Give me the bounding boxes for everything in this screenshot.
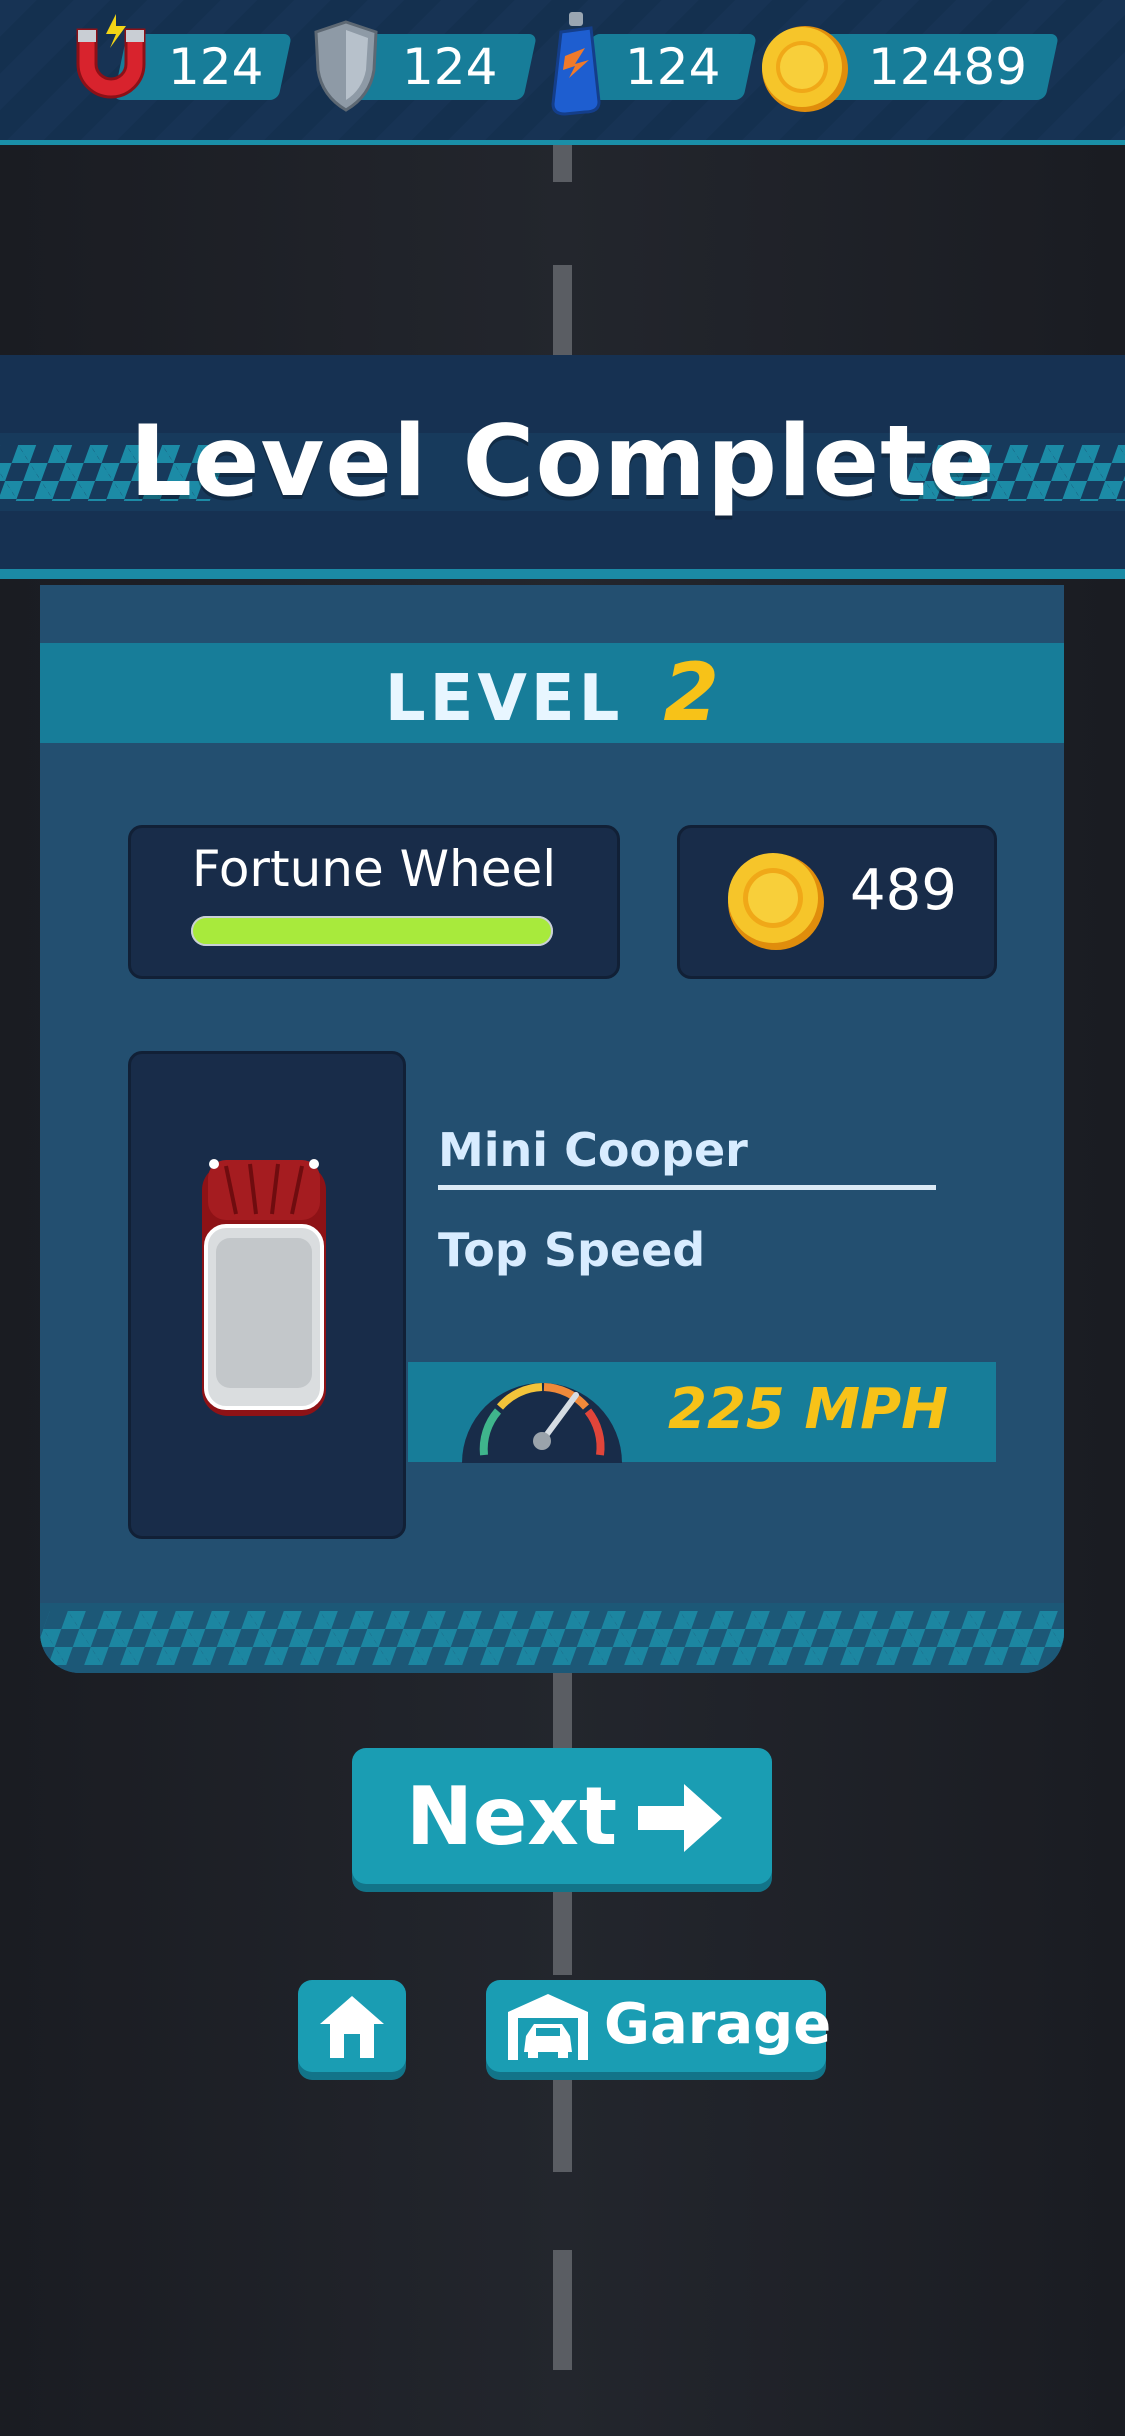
level-word: LEVEL — [384, 662, 624, 736]
nitro-counter: 124 — [545, 12, 758, 116]
shield-count: 124 — [402, 38, 498, 96]
coin-reward-panel: 489 — [677, 825, 997, 979]
magnet-icon — [76, 14, 146, 99]
fortune-wheel-panel[interactable]: Fortune Wheel — [128, 825, 620, 979]
checkered-flag-pattern — [40, 1611, 1064, 1665]
coin-count: 12489 — [868, 38, 1028, 96]
top-speed-value: 225 MPH — [668, 1377, 949, 1442]
next-button[interactable]: Next — [352, 1748, 772, 1884]
magnet-counter: 124 — [70, 14, 293, 100]
home-button[interactable] — [298, 1980, 406, 2072]
level-header: LEVEL 2 — [40, 643, 1064, 743]
fortune-wheel-progress-fill — [191, 916, 553, 946]
garage-icon — [508, 1994, 588, 2060]
next-button-label: Next — [406, 1770, 618, 1863]
fortune-wheel-label: Fortune Wheel — [191, 840, 557, 898]
speedometer-icon — [462, 1383, 622, 1463]
lane-marking — [553, 1673, 572, 1753]
nitro-count: 124 — [625, 38, 721, 96]
home-icon — [320, 1996, 384, 2058]
shield-counter: 124 — [310, 20, 538, 112]
lane-marking — [553, 140, 572, 182]
banner-title: Level Complete — [129, 405, 996, 519]
coin-icon — [762, 26, 848, 112]
level-complete-banner: Level Complete — [0, 355, 1125, 579]
car-preview-panel — [128, 1051, 406, 1539]
coin-counter: 12489 — [760, 26, 1060, 112]
car-name-underline — [438, 1185, 936, 1190]
car-name: Mini Cooper — [438, 1123, 748, 1177]
lane-marking — [553, 265, 572, 355]
mini-cooper-car-icon — [202, 1159, 326, 1416]
nitro-bottle-icon — [551, 12, 601, 116]
lane-marking — [553, 2080, 572, 2172]
arrow-right-icon — [638, 1784, 722, 1852]
fortune-wheel-progress — [191, 916, 553, 946]
shield-icon — [314, 20, 378, 112]
garage-button[interactable]: Garage — [486, 1980, 831, 2072]
coin-icon — [728, 853, 824, 950]
level-number: 2 — [663, 646, 720, 739]
top-speed-label: Top Speed — [438, 1223, 706, 1277]
level-summary-card: LEVEL 2 Fortune Wheel 489 Mini Cooper Top… — [40, 585, 1064, 1673]
reward-amount: 489 — [850, 858, 957, 923]
garage-button-label: Garage — [604, 1992, 832, 2057]
lane-marking — [553, 1885, 572, 1975]
magnet-count: 124 — [168, 38, 264, 96]
top-hud: 124 124 124 12489 — [0, 0, 1125, 145]
lane-marking — [553, 2250, 572, 2370]
